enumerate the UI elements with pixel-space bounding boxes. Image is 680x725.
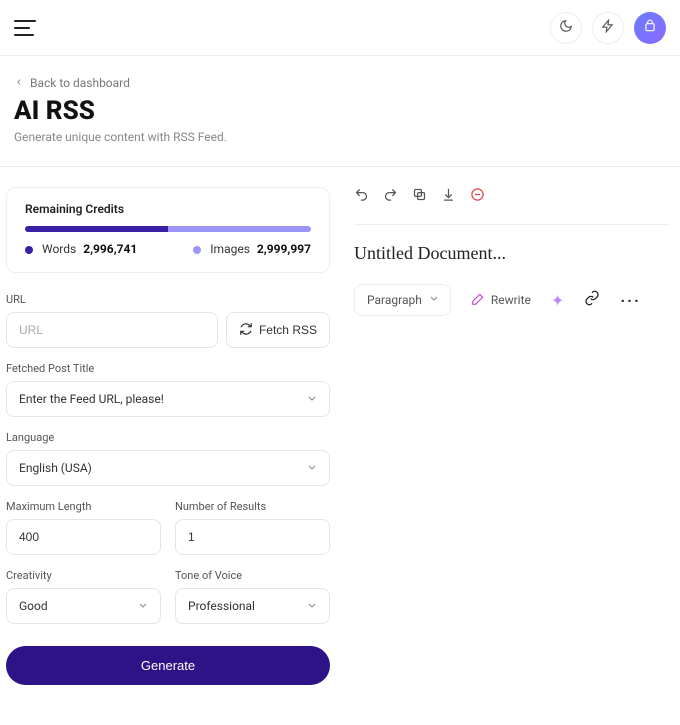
editor-toolbar xyxy=(354,187,670,206)
more-options-button[interactable]: ··· xyxy=(620,291,640,310)
tone-select[interactable]: Professional xyxy=(175,588,330,624)
images-value: 2,999,997 xyxy=(257,242,311,256)
results-input[interactable] xyxy=(175,519,330,555)
tone-label: Tone of Voice xyxy=(175,569,330,582)
chevron-down-icon xyxy=(428,293,440,308)
credits-words: Words 2,996,741 xyxy=(25,242,137,256)
page-header: Back to dashboard AI RSS Generate unique… xyxy=(0,56,680,167)
credits-card: Remaining Credits Words 2,996,741 Images… xyxy=(6,187,330,273)
undo-icon xyxy=(354,187,369,206)
page-subtitle: Generate unique content with RSS Feed. xyxy=(14,130,666,144)
creativity-select[interactable]: Good xyxy=(6,588,161,624)
avatar-icon xyxy=(643,19,657,37)
redo-button[interactable] xyxy=(383,187,398,206)
words-value: 2,996,741 xyxy=(83,242,137,256)
sparkle-icon: ✦ xyxy=(551,291,564,310)
post-title-label: Fetched Post Title xyxy=(6,362,330,375)
main-content: Remaining Credits Words 2,996,741 Images… xyxy=(0,167,680,705)
fetch-rss-label: Fetch RSS xyxy=(259,323,317,337)
moon-icon xyxy=(559,19,573,37)
user-avatar[interactable] xyxy=(634,12,666,44)
maxlen-label: Maximum Length xyxy=(6,500,161,513)
editor-panel: Untitled Document... Paragraph Rewrite ✦… xyxy=(340,167,680,705)
url-input[interactable] xyxy=(6,312,218,348)
credits-progress-bar xyxy=(25,226,311,232)
form-panel: Remaining Credits Words 2,996,741 Images… xyxy=(0,167,340,705)
link-icon xyxy=(584,291,600,310)
rewrite-button[interactable]: Rewrite xyxy=(471,292,531,309)
generate-button[interactable]: Generate xyxy=(6,646,330,685)
words-dot-icon xyxy=(25,246,33,254)
delete-button[interactable] xyxy=(470,187,485,206)
images-dot-icon xyxy=(193,246,201,254)
credits-images: Images 2,999,997 xyxy=(193,242,311,256)
rewrite-label: Rewrite xyxy=(491,293,531,307)
results-label: Number of Results xyxy=(175,500,330,513)
tone-value: Professional xyxy=(175,588,330,624)
language-select[interactable]: English (USA) xyxy=(6,450,330,486)
download-icon xyxy=(441,187,456,206)
refresh-icon xyxy=(239,322,253,339)
generate-label: Generate xyxy=(141,658,195,673)
chevron-left-icon xyxy=(14,76,24,90)
paragraph-style-select[interactable]: Paragraph xyxy=(354,284,451,316)
topbar xyxy=(0,0,680,56)
back-link-text: Back to dashboard xyxy=(30,76,130,90)
back-to-dashboard-link[interactable]: Back to dashboard xyxy=(14,76,130,90)
copy-button[interactable] xyxy=(412,187,427,206)
more-icon: ··· xyxy=(620,291,640,310)
editor-format-bar: Paragraph Rewrite ✦ ··· xyxy=(354,284,670,316)
url-label: URL xyxy=(6,293,330,306)
credits-legend: Words 2,996,741 Images 2,999,997 xyxy=(25,242,311,256)
creativity-value: Good xyxy=(6,588,161,624)
fetch-rss-button[interactable]: Fetch RSS xyxy=(226,312,330,348)
quick-action-button[interactable] xyxy=(592,12,624,44)
credits-title: Remaining Credits xyxy=(25,202,311,216)
ai-enhance-button[interactable]: ✦ xyxy=(551,291,564,310)
download-button[interactable] xyxy=(441,187,456,206)
undo-button[interactable] xyxy=(354,187,369,206)
topbar-actions xyxy=(550,12,666,44)
wand-icon xyxy=(471,292,485,309)
redo-icon xyxy=(383,187,398,206)
insert-link-button[interactable] xyxy=(584,290,600,310)
bolt-icon xyxy=(601,19,615,37)
language-value: English (USA) xyxy=(6,450,330,486)
divider xyxy=(354,224,670,225)
copy-icon xyxy=(412,187,427,206)
theme-toggle-button[interactable] xyxy=(550,12,582,44)
creativity-label: Creativity xyxy=(6,569,161,582)
post-title-value: Enter the Feed URL, please! xyxy=(6,381,330,417)
page-title: AI RSS xyxy=(14,96,666,126)
post-title-select[interactable]: Enter the Feed URL, please! xyxy=(6,381,330,417)
language-label: Language xyxy=(6,431,330,444)
document-title[interactable]: Untitled Document... xyxy=(354,243,670,264)
words-label: Words xyxy=(42,242,76,256)
images-label: Images xyxy=(210,242,250,256)
delete-icon xyxy=(470,187,485,206)
menu-toggle-button[interactable] xyxy=(14,20,36,36)
maxlen-input[interactable] xyxy=(6,519,161,555)
paragraph-style-value: Paragraph xyxy=(367,293,422,307)
